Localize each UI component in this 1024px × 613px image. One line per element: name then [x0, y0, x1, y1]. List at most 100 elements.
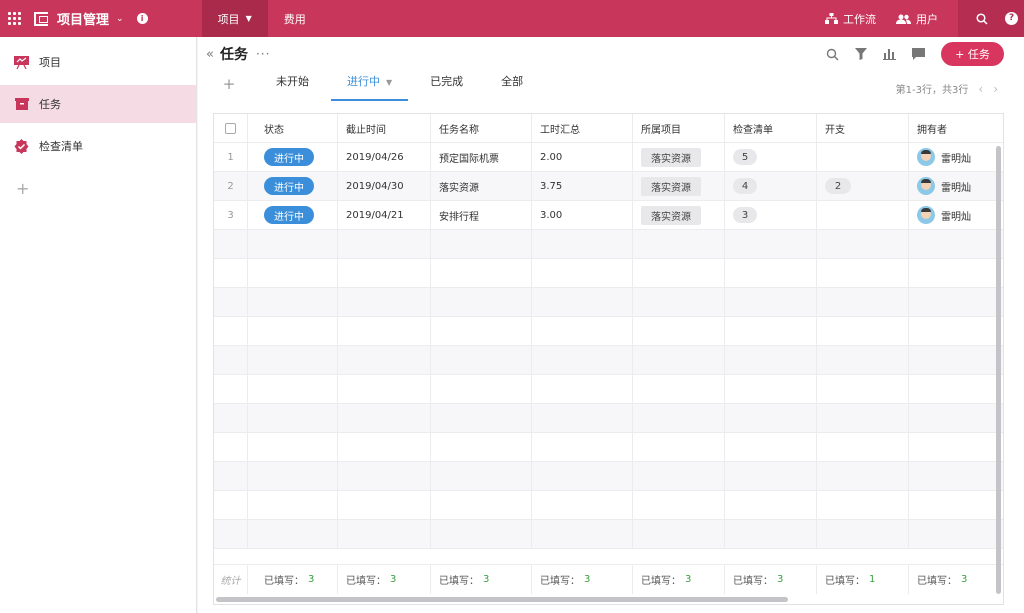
owner-cell[interactable]: 雷明灿 [909, 201, 1003, 229]
expense-cell[interactable] [817, 201, 909, 229]
tab-all[interactable]: 全部 [485, 73, 539, 101]
status-cell[interactable]: 进行中 [248, 143, 338, 171]
top-search[interactable]: ? [958, 0, 1024, 37]
next-page-icon[interactable]: › [993, 82, 998, 96]
column-header[interactable]: 所属项目 [633, 114, 725, 142]
hours-cell[interactable]: 2.00 [532, 143, 633, 171]
vertical-scrollbar[interactable] [996, 146, 1001, 594]
checklist-cell[interactable]: 3 [725, 201, 817, 229]
task-name-cell[interactable]: 安排行程 [431, 201, 532, 229]
caret-down-icon[interactable]: ▼ [386, 78, 392, 87]
add-tab-button[interactable]: + [198, 75, 260, 101]
more-options-icon[interactable]: ··· [256, 47, 270, 61]
stat-cell[interactable]: 已填写： 3 [338, 565, 431, 594]
status-cell[interactable]: 进行中 [248, 172, 338, 200]
sidebar-item-projects[interactable]: 项目 [0, 43, 196, 81]
status-badge[interactable]: 进行中 [264, 148, 314, 166]
project-tag[interactable]: 落实资源 [641, 147, 701, 167]
empty-row [214, 375, 1003, 404]
page-title: 任务 [219, 47, 248, 63]
tab-label: 已完成 [430, 75, 464, 88]
empty-row [214, 404, 1003, 433]
row-number: 2 [214, 172, 248, 200]
hours-cell[interactable]: 3.00 [532, 201, 633, 229]
stat-cell[interactable]: 已填写： 3 [725, 565, 817, 594]
select-all-cell[interactable] [214, 114, 248, 142]
prev-page-icon[interactable]: ‹ [978, 82, 983, 96]
workflow-button[interactable]: 工作流 [825, 11, 876, 27]
stat-prefix: 已填写： [917, 576, 957, 587]
column-header[interactable]: 任务名称 [431, 114, 532, 142]
sidebar-item-tasks[interactable]: 任务 [0, 85, 196, 123]
column-header[interactable]: 拥有者 [909, 114, 1003, 142]
collapse-sidebar-icon[interactable]: « [206, 47, 214, 62]
project-cell[interactable]: 落实资源 [633, 201, 725, 229]
table-row[interactable]: 1 进行中 2019/04/26 预定国际机票 2.00 落实资源 5 雷明灿 [214, 143, 1003, 172]
table-row[interactable]: 2 进行中 2019/04/30 落实资源 3.75 落实资源 4 2 雷明灿 [214, 172, 1003, 201]
stat-prefix: 已填写： [346, 576, 386, 587]
column-header[interactable]: 工时汇总 [532, 114, 633, 142]
top-tab-expenses[interactable]: 费用 [268, 0, 322, 37]
stat-cell[interactable]: 已填写： 3 [633, 565, 725, 594]
search-icon[interactable] [826, 48, 839, 61]
status-cell[interactable]: 进行中 [248, 201, 338, 229]
app-title[interactable]: 项目管理 [57, 9, 109, 28]
project-tag[interactable]: 落实资源 [641, 176, 701, 196]
due-date-cell[interactable]: 2019/04/30 [338, 172, 431, 200]
stat-cell[interactable]: 已填写： 1 [817, 565, 909, 594]
filter-icon[interactable] [855, 48, 867, 60]
stat-value: 3 [777, 574, 784, 585]
chevron-down-icon[interactable]: ⌄ [116, 14, 124, 24]
tab-completed[interactable]: 已完成 [414, 73, 479, 101]
status-badge[interactable]: 进行中 [264, 177, 314, 195]
bar-chart-icon[interactable] [883, 48, 896, 60]
due-date-cell[interactable]: 2019/04/21 [338, 201, 431, 229]
sidebar-add-button[interactable]: + [16, 179, 196, 198]
stat-cell[interactable]: 已填写： 3 [248, 565, 338, 594]
horizontal-scrollbar[interactable] [216, 597, 788, 602]
column-header[interactable]: 截止时间 [338, 114, 431, 142]
add-task-button[interactable]: + 任务 [941, 42, 1004, 66]
stat-cell[interactable]: 已填写： 3 [431, 565, 532, 594]
main-panel: « 任务 ··· + 任务 + 未开始 进行中 ▼ 已完成 全部 第1-3行，共3… [198, 37, 1024, 613]
owner-cell[interactable]: 雷明灿 [909, 143, 1003, 171]
expense-count[interactable]: 2 [825, 178, 851, 194]
task-name-cell[interactable]: 落实资源 [431, 172, 532, 200]
checklist-count[interactable]: 4 [733, 178, 757, 194]
stat-cell[interactable]: 已填写： 3 [532, 565, 633, 594]
due-date-cell[interactable]: 2019/04/26 [338, 143, 431, 171]
project-cell[interactable]: 落实资源 [633, 143, 725, 171]
comment-icon[interactable] [912, 48, 925, 60]
sidebar-item-checklists[interactable]: 检查清单 [0, 127, 196, 165]
task-name-cell[interactable]: 预定国际机票 [431, 143, 532, 171]
owner-name: 雷明灿 [941, 153, 971, 165]
info-icon[interactable]: i [136, 13, 148, 24]
project-tag[interactable]: 落实资源 [641, 205, 701, 225]
top-tab-projects[interactable]: 项目 ▼ [201, 0, 268, 37]
help-icon[interactable]: ? [1005, 12, 1018, 25]
tab-not-started[interactable]: 未开始 [260, 73, 325, 101]
project-cell[interactable]: 落实资源 [633, 172, 725, 200]
checklist-cell[interactable]: 5 [725, 143, 817, 171]
expense-cell[interactable]: 2 [817, 172, 909, 200]
top-tab-label: 项目 [217, 12, 240, 26]
column-header[interactable]: 检查清单 [725, 114, 817, 142]
column-header[interactable]: 状态 [248, 114, 338, 142]
expense-cell[interactable] [817, 143, 909, 171]
table-row[interactable]: 3 进行中 2019/04/21 安排行程 3.00 落实资源 3 雷明灿 [214, 201, 1003, 230]
users-button[interactable]: 用户 [896, 11, 938, 27]
users-icon [896, 14, 911, 24]
hours-cell[interactable]: 3.75 [532, 172, 633, 200]
column-header[interactable]: 开支 [817, 114, 909, 142]
checklist-count[interactable]: 5 [733, 149, 757, 165]
select-all-checkbox[interactable] [225, 122, 236, 134]
checklist-count[interactable]: 3 [733, 207, 757, 223]
status-badge[interactable]: 进行中 [264, 206, 314, 224]
checklist-cell[interactable]: 4 [725, 172, 817, 200]
owner-name: 雷明灿 [941, 182, 971, 194]
search-icon[interactable] [976, 12, 988, 25]
tab-in-progress[interactable]: 进行中 ▼ [331, 73, 409, 101]
owner-cell[interactable]: 雷明灿 [909, 172, 1003, 200]
stat-cell[interactable]: 已填写： 3 [909, 565, 1003, 594]
apps-grid-icon[interactable] [8, 11, 22, 26]
